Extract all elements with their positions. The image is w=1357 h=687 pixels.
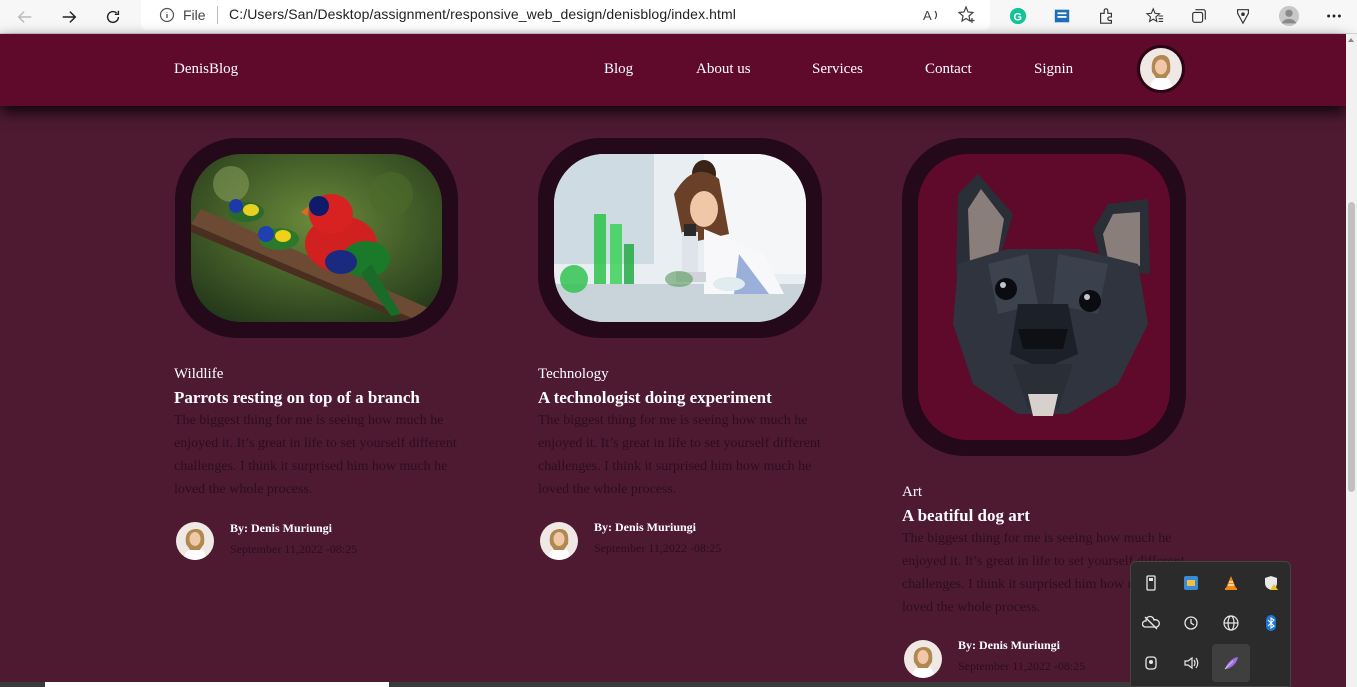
refresh-icon	[106, 10, 120, 24]
browser-toolbar: File C:/Users/San/Desktop/assignment/res…	[0, 0, 1357, 34]
clock-sync-icon[interactable]	[1172, 604, 1210, 642]
taskbar-edge	[0, 682, 1130, 687]
site-header: DenisBlog Blog About us Services Contact…	[0, 34, 1346, 106]
usb-drive-icon[interactable]	[1132, 564, 1170, 602]
grammarly-extension-icon[interactable]: G	[1006, 4, 1030, 28]
post-category[interactable]: Wildlife	[174, 366, 223, 383]
add-favorite-icon[interactable]	[957, 5, 977, 25]
read-aloud-icon[interactable]: A	[921, 5, 941, 25]
more-menu-icon[interactable]	[1322, 4, 1346, 28]
post-description: The biggest thing for me is seeing how m…	[174, 413, 457, 497]
refresh-button[interactable]	[100, 4, 126, 30]
address-bar[interactable]: File C:/Users/San/Desktop/assignment/res…	[141, 0, 990, 30]
onedrive-offline-icon[interactable]	[1132, 604, 1170, 642]
scrollbar-thumb[interactable]	[1348, 202, 1355, 492]
post-date: September 11,2022 -08:25	[230, 542, 358, 556]
onenote-clipper-icon[interactable]	[1172, 564, 1210, 602]
nav-about-us[interactable]: About us	[696, 61, 751, 78]
feather-pen-icon[interactable]	[1212, 644, 1250, 682]
collections-icon[interactable]	[1187, 4, 1211, 28]
brand-logo-text[interactable]: DenisBlog	[174, 61, 238, 78]
security-warning-icon[interactable]	[1252, 564, 1290, 602]
scroll-up-arrow-icon[interactable]	[1348, 38, 1354, 42]
post-title[interactable]: A technologist doing experiment	[538, 388, 772, 408]
post-image-frame	[902, 138, 1186, 456]
back-button[interactable]	[12, 4, 38, 30]
post-image-frame	[538, 138, 822, 338]
svg-text:A: A	[923, 8, 932, 23]
post-date: September 11,2022 -08:25	[958, 659, 1086, 673]
post-author: By: Denis Muriungi	[594, 520, 697, 534]
system-tray-overflow	[1130, 561, 1291, 687]
post-date: September 11,2022 -08:25	[594, 541, 722, 555]
header-avatar[interactable]	[1137, 45, 1185, 93]
post-image-frame	[175, 138, 458, 338]
url-text[interactable]: C:/Users/San/Desktop/assignment/responsi…	[229, 6, 736, 22]
network-globe-icon[interactable]	[1212, 604, 1250, 642]
lab-image[interactable]	[554, 154, 806, 322]
browser-essentials-icon[interactable]	[1231, 4, 1255, 28]
post-title[interactable]: Parrots resting on top of a branch	[174, 388, 420, 408]
forward-button[interactable]	[56, 4, 82, 30]
profile-icon[interactable]	[1277, 4, 1301, 28]
dog-art-image[interactable]	[918, 154, 1170, 440]
volume-icon[interactable]	[1172, 644, 1210, 682]
nav-services[interactable]: Services	[812, 61, 863, 78]
post-description: The biggest thing for me is seeing how m…	[538, 413, 821, 497]
vlc-icon[interactable]	[1212, 564, 1250, 602]
post-author: By: Denis Muriungi	[230, 521, 333, 535]
post-category[interactable]: Technology	[538, 366, 609, 383]
nav-signin[interactable]: Signin	[1034, 61, 1073, 78]
reader-extension-icon[interactable]	[1050, 4, 1074, 28]
file-label: File	[183, 7, 206, 23]
svg-text:G: G	[1014, 12, 1022, 24]
nav-blog[interactable]: Blog	[604, 61, 633, 78]
webcam-icon[interactable]	[1132, 644, 1170, 682]
vertical-scrollbar[interactable]	[1346, 34, 1357, 687]
info-icon[interactable]	[159, 7, 175, 23]
parrots-image[interactable]	[191, 154, 442, 322]
post-author: By: Denis Muriungi	[958, 638, 1061, 652]
post-title[interactable]: A beatiful dog art	[902, 506, 1030, 526]
post-category[interactable]: Art	[902, 484, 922, 501]
author-avatar	[904, 640, 942, 678]
bluetooth-icon[interactable]	[1252, 604, 1290, 642]
horizontal-scroll-thumb[interactable]	[45, 682, 389, 687]
favorites-icon[interactable]	[1143, 4, 1167, 28]
author-avatar	[540, 522, 578, 560]
extensions-icon[interactable]	[1094, 4, 1118, 28]
author-avatar	[176, 522, 214, 560]
address-divider	[217, 6, 218, 24]
profile-photo-icon	[1140, 48, 1182, 90]
back-arrow-icon	[17, 11, 32, 23]
nav-contact[interactable]: Contact	[925, 61, 972, 78]
forward-arrow-icon	[62, 11, 77, 23]
